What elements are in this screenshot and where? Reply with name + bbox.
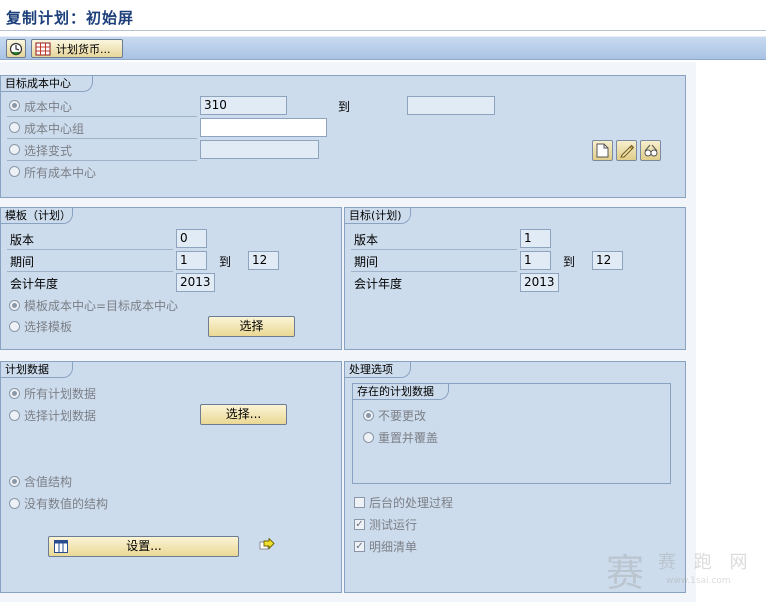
to-label: 到 xyxy=(563,255,576,269)
fiscal-year-label: 会计年度 xyxy=(354,277,403,291)
radio-reset-overwrite[interactable] xyxy=(363,432,374,443)
radio-select-plan-data[interactable] xyxy=(9,410,20,421)
glasses-icon xyxy=(644,144,657,157)
currency-grid-icon xyxy=(35,42,51,55)
change-variant-button[interactable] xyxy=(616,140,637,161)
radio-select-template[interactable] xyxy=(9,321,20,332)
execute-clock-icon xyxy=(9,42,23,55)
row-divider xyxy=(7,271,173,272)
radio-label: 重置并覆盖 xyxy=(378,431,439,445)
checkbox-background-processing[interactable] xyxy=(354,497,365,508)
to-label: 到 xyxy=(219,255,232,269)
cost-center-group-field[interactable] xyxy=(200,118,327,137)
radio-label: 所有计划数据 xyxy=(24,387,97,401)
target-period-to-field[interactable]: 12 xyxy=(592,251,623,270)
radio-label: 含值结构 xyxy=(24,475,73,489)
radio-cost-center[interactable] xyxy=(9,100,20,111)
radio-all-cost-centers[interactable] xyxy=(9,166,20,177)
checkbox-label: 后台的处理过程 xyxy=(369,496,454,510)
pencil-icon xyxy=(620,144,634,158)
target-cost-center-group: 目标成本中心 成本中心 310 到 成本中心组 选择变式 所有成本中心 xyxy=(0,75,686,198)
radio-no-change[interactable] xyxy=(363,410,374,421)
plan-data-select-button[interactable]: 选择... xyxy=(200,404,287,425)
target-fiscal-year-field[interactable]: 2013 xyxy=(520,273,559,292)
group-title: 目标(计划) xyxy=(345,208,411,224)
title-bar: 复制计划：初始屏 xyxy=(0,0,766,31)
template-plan-group: 模板（计划） 版本 0 期间 1 到 12 会计年度 2013 模板成本中心=目… xyxy=(0,207,342,350)
row-divider xyxy=(351,271,517,272)
radio-with-values[interactable] xyxy=(9,476,20,487)
radio-label: 选择变式 xyxy=(24,144,73,158)
cost-center-from-field[interactable]: 310 xyxy=(200,96,287,115)
target-period-from-field[interactable]: 1 xyxy=(520,251,551,270)
radio-label: 选择计划数据 xyxy=(24,409,97,423)
checkbox-label: 明细清单 xyxy=(369,540,418,554)
radio-label: 模板成本中心=目标成本中心 xyxy=(24,299,179,313)
selection-variant-field[interactable] xyxy=(200,140,319,159)
template-fiscal-year-field[interactable]: 2013 xyxy=(176,273,215,292)
group-title: 处理选项 xyxy=(345,362,411,378)
target-plan-group: 目标(计划) 版本 1 期间 1 到 12 会计年度 2013 xyxy=(344,207,686,350)
template-version-field[interactable]: 0 xyxy=(176,229,207,248)
radio-label: 不要更改 xyxy=(378,409,427,423)
checkbox-test-run[interactable]: ✓ xyxy=(354,519,365,530)
radio-label: 成本中心组 xyxy=(24,122,85,136)
radio-without-values[interactable] xyxy=(9,498,20,509)
execute-button[interactable] xyxy=(6,39,26,58)
window-title: 复制计划：初始屏 xyxy=(6,9,135,27)
radio-label: 所有成本中心 xyxy=(24,166,97,180)
checkbox-label: 测试运行 xyxy=(369,518,418,532)
period-label: 期间 xyxy=(10,255,35,269)
arrow-icon[interactable] xyxy=(259,537,275,552)
row-divider xyxy=(7,160,197,161)
cost-center-to-field[interactable] xyxy=(407,96,495,115)
version-label: 版本 xyxy=(354,233,379,247)
period-label: 期间 xyxy=(354,255,379,269)
settings-button[interactable]: 设置... xyxy=(48,536,239,557)
plan-currency-label: 计划货币... xyxy=(56,42,111,56)
new-document-icon xyxy=(596,143,609,158)
target-version-field[interactable]: 1 xyxy=(520,229,551,248)
checkbox-detail-list[interactable]: ✓ xyxy=(354,541,365,552)
radio-label: 选择模板 xyxy=(24,320,73,334)
existing-plan-data-subgroup: 存在的计划数据 不要更改 重置并覆盖 xyxy=(352,383,671,484)
template-period-from-field[interactable]: 1 xyxy=(176,251,207,270)
application-toolbar: 计划货币... xyxy=(0,36,766,60)
row-divider xyxy=(7,138,197,139)
group-title: 模板（计划） xyxy=(1,208,73,224)
radio-template-equals-target[interactable] xyxy=(9,300,20,311)
row-divider xyxy=(351,249,517,250)
group-title: 计划数据 xyxy=(1,362,73,378)
plan-currency-button[interactable]: 计划货币... xyxy=(31,39,123,58)
create-variant-button[interactable] xyxy=(592,140,613,161)
processing-options-group: 处理选项 存在的计划数据 不要更改 重置并覆盖 后台的处理过程 ✓ 测试运行 ✓… xyxy=(344,361,686,593)
template-select-button[interactable]: 选择 xyxy=(208,316,295,337)
settings-label: 设置... xyxy=(126,539,162,553)
plan-data-group: 计划数据 所有计划数据 选择计划数据 选择... 含值结构 没有数值的结构 设置… xyxy=(0,361,342,593)
version-label: 版本 xyxy=(10,233,35,247)
radio-cost-center-group[interactable] xyxy=(9,122,20,133)
radio-selection-variant[interactable] xyxy=(9,144,20,155)
row-divider xyxy=(7,249,173,250)
to-label: 到 xyxy=(338,100,351,114)
display-variant-button[interactable] xyxy=(640,140,661,161)
radio-all-plan-data[interactable] xyxy=(9,388,20,399)
template-period-to-field[interactable]: 12 xyxy=(248,251,279,270)
subgroup-title: 存在的计划数据 xyxy=(353,384,449,400)
group-title: 目标成本中心 xyxy=(1,76,93,92)
fiscal-year-label: 会计年度 xyxy=(10,277,59,291)
row-divider xyxy=(7,116,197,117)
table-settings-icon xyxy=(54,540,68,553)
radio-label: 没有数值的结构 xyxy=(24,497,109,511)
radio-label: 成本中心 xyxy=(24,100,73,114)
